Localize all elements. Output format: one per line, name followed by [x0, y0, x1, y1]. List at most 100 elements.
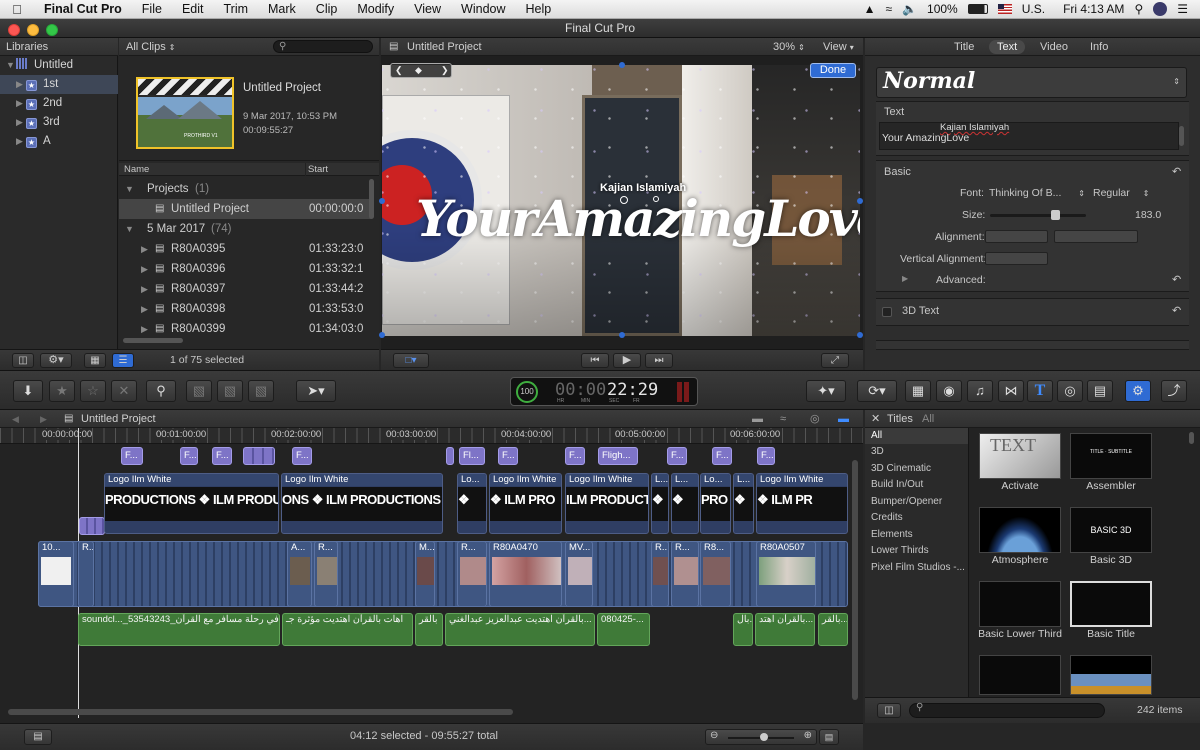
title-tile[interactable]	[979, 655, 1061, 695]
logo-clip[interactable]: L... ❖	[671, 473, 699, 534]
title-clip[interactable]	[79, 517, 105, 535]
apple-menu-icon[interactable]: 	[0, 2, 34, 17]
timeline-index-icon[interactable]: ▤	[24, 729, 52, 745]
tab-text[interactable]: Text	[989, 40, 1026, 54]
audio-clip[interactable]: بال...	[733, 613, 753, 646]
video-clip[interactable]: R...	[78, 541, 94, 607]
themes-browser-icon[interactable]: ▤	[1087, 380, 1113, 402]
video-clip[interactable]: R80A0470	[489, 541, 562, 607]
title-clip[interactable]: F...	[565, 447, 585, 465]
keyword-icon[interactable]: ★	[49, 380, 75, 402]
titles-browser-icon[interactable]: T	[1027, 380, 1053, 402]
list-item[interactable]: ▶ ▤ R80A0397 01:33:44:2	[119, 279, 371, 299]
minimize-window-button[interactable]	[27, 24, 39, 36]
previous-keyframe-icon[interactable]: ❮	[395, 64, 403, 77]
disclosure-icon[interactable]: ▶	[141, 279, 151, 299]
title-clip[interactable]: Fl...	[459, 447, 485, 465]
category-item[interactable]: Elements	[865, 527, 968, 544]
project-thumbnail[interactable]: PROTHIRD V1	[136, 77, 234, 149]
logo-clip[interactable]: Logo Ilm White ONS ❖ ILM PRODUCTIONS	[281, 473, 443, 534]
menu-help[interactable]: Help	[516, 2, 562, 16]
category-item[interactable]: Pixel Film Studios -...	[865, 560, 968, 577]
category-item[interactable]: Credits	[865, 510, 968, 527]
transform-handle[interactable]	[857, 332, 863, 338]
audio-clip[interactable]: اهات بالقرآن اهتديت مؤثرة جـ	[282, 613, 413, 646]
fullscreen-icon[interactable]: ⤢	[821, 353, 849, 368]
logo-clip[interactable]: Lo... PRO	[700, 473, 731, 534]
video-clip[interactable]: R80A0507	[756, 541, 816, 607]
audio-waveform-icon[interactable]: ≈	[780, 410, 786, 428]
column-start[interactable]: Start	[305, 163, 328, 176]
sidebar-toggle-icon[interactable]: ◫	[12, 353, 34, 368]
close-icon[interactable]: ✕	[871, 410, 880, 428]
size-slider[interactable]	[990, 210, 1086, 220]
done-button[interactable]: Done	[810, 63, 856, 78]
transform-handle[interactable]	[619, 332, 625, 338]
audio-clip[interactable]: 080425-...	[597, 613, 650, 646]
menu-clip[interactable]: Clip	[306, 2, 348, 16]
reject-icon[interactable]: ✕	[111, 380, 137, 402]
menu-view[interactable]: View	[404, 2, 451, 16]
title-main-text[interactable]: YourAmazingLove	[416, 189, 860, 248]
volume-icon[interactable]: 🔈	[902, 2, 917, 16]
view-dropdown[interactable]: View ▾	[823, 38, 854, 57]
list-item[interactable]: ▶ ▤ R80A0398 01:33:53:0	[119, 299, 371, 319]
title-tile-basic-title[interactable]	[1070, 581, 1152, 627]
disclosure-open-icon[interactable]: ▼	[125, 219, 135, 239]
generators-browser-icon[interactable]: ◎	[1057, 380, 1083, 402]
video-clip[interactable]: R...	[314, 541, 338, 607]
zoom-out-icon[interactable]: ⊖	[710, 730, 718, 741]
audio-clip[interactable]: بالقرآن اهتديت عبدالعزيز عبدالغني...	[445, 613, 595, 646]
app-menu[interactable]: Final Cut Pro	[34, 2, 132, 16]
disclosure-open-icon[interactable]: ▼	[125, 179, 135, 199]
keyword-editor-icon[interactable]: ⚲	[146, 380, 176, 402]
logo-clip[interactable]: L... ❖	[651, 473, 669, 534]
title-clip[interactable]	[243, 447, 275, 465]
logo-clip[interactable]: Logo Ilm White ❖ ILM PR	[756, 473, 848, 534]
title-clip[interactable]	[446, 447, 454, 465]
transform-handle[interactable]	[379, 198, 385, 204]
menu-trim[interactable]: Trim	[213, 2, 258, 16]
input-source[interactable]: U.S.	[1022, 2, 1045, 16]
import-icon[interactable]: ⬇	[13, 380, 43, 402]
timeline-vscrollbar[interactable]	[852, 460, 858, 700]
list-item[interactable]: ▶ ▤ R80A0399 01:34:03:0	[119, 319, 371, 339]
back-icon[interactable]: ◀	[12, 410, 19, 428]
font-dropdown[interactable]: Thinking Of B... ⇕	[989, 187, 1085, 199]
text-preset-dropdown[interactable]: Normal ⇕	[876, 67, 1187, 98]
share-icon[interactable]: ⤴	[1161, 380, 1187, 402]
zoom-slider-knob[interactable]	[760, 733, 768, 741]
title-clip[interactable]: Fligh...	[598, 447, 638, 465]
category-item[interactable]: Lower Thirds	[865, 543, 968, 560]
disclosure-icon[interactable]: ▶	[141, 299, 151, 319]
logo-clip[interactable]: Logo Ilm WhitePRODUCTIONS ❖ ILM PRODUCT	[104, 473, 279, 534]
clip-appearance-icon[interactable]: ▬	[752, 410, 763, 428]
video-clip[interactable]: M...	[415, 541, 435, 607]
list-view-icon[interactable]: ☰	[112, 353, 134, 368]
event-3rd[interactable]: ▶ ★ 3rd	[0, 113, 118, 132]
disclosure-open-icon[interactable]: ▼	[6, 56, 16, 75]
zoom-dropdown[interactable]: 30% ⇕	[773, 38, 805, 57]
menu-mark[interactable]: Mark	[258, 2, 306, 16]
video-clip[interactable]: 10...	[38, 541, 74, 607]
disclosure-icon[interactable]: ▶	[141, 239, 151, 259]
browser-search-field[interactable]: ⚲	[273, 40, 373, 53]
logo-clip[interactable]: Lo... ❖	[457, 473, 487, 534]
battery-percent[interactable]: 100%	[927, 2, 958, 16]
audio-clip[interactable]: بالقرآن اهتد...	[755, 613, 815, 646]
clock[interactable]: Fri 4:13 AM	[1063, 2, 1124, 16]
next-frame-icon[interactable]: ⏭	[645, 353, 673, 368]
title-anchor-handle[interactable]	[653, 196, 659, 202]
title-tile-atmosphere[interactable]	[979, 507, 1061, 553]
reset-icon[interactable]: ↶	[1172, 273, 1181, 286]
zoom-window-button[interactable]	[46, 24, 58, 36]
font-style-dropdown[interactable]: Regular ⇕	[1093, 187, 1149, 199]
disclosure-icon[interactable]: ▶	[16, 75, 26, 94]
disclosure-icon[interactable]: ▶	[16, 94, 26, 113]
titles-search-field[interactable]: ⚲	[909, 702, 1105, 718]
timeline-ruler[interactable]: 00:00:00:00 00:01:00:00 00:02:00:00 00:0…	[0, 428, 863, 444]
text3d-checkbox[interactable]	[882, 307, 892, 317]
tab-info[interactable]: Info	[1090, 38, 1108, 56]
disclosure-icon[interactable]: ▶	[902, 274, 908, 283]
list-divider[interactable]	[119, 155, 379, 161]
